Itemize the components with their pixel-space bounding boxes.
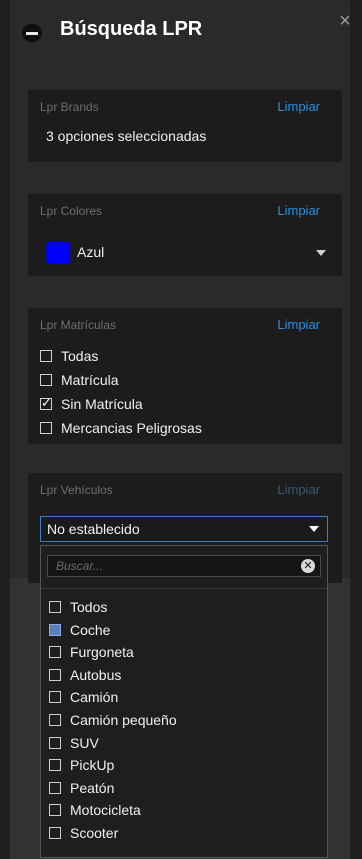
checkbox[interactable] bbox=[49, 736, 61, 749]
plates-label: Lpr Matrículas bbox=[40, 318, 117, 332]
vehicle-dropdown-list: Buscar... ✕ Todos Coche Furgoneta Autobus Ca… bbox=[40, 545, 328, 858]
vehicle-type-select[interactable]: No establecido bbox=[40, 516, 328, 542]
plate-option[interactable]: Mercancias Peligrosas bbox=[40, 418, 202, 438]
brands-card: Lpr Brands Limpiar 3 opciones selecciona… bbox=[28, 90, 342, 162]
plate-option[interactable]: Sin Matrícula bbox=[40, 394, 143, 414]
checkbox[interactable] bbox=[49, 804, 61, 817]
plate-option-label: Matrícula bbox=[61, 372, 119, 388]
plates-clear-link[interactable]: Limpiar bbox=[277, 317, 320, 332]
vehicle-option[interactable]: Coche bbox=[49, 620, 110, 640]
search-placeholder: Buscar... bbox=[56, 559, 103, 573]
color-value[interactable]: Azul bbox=[77, 244, 104, 260]
checkbox[interactable] bbox=[49, 759, 61, 772]
colors-card: Lpr Colores Limpiar Azul bbox=[28, 194, 342, 276]
vehicles-label: Lpr Vehículos bbox=[40, 483, 113, 497]
vehicle-option-label: SUV bbox=[70, 734, 99, 751]
vehicle-option[interactable]: Scooter bbox=[49, 823, 118, 843]
vehicle-option[interactable]: Todos bbox=[49, 597, 107, 617]
color-dropdown-chevron-icon[interactable] bbox=[316, 250, 326, 256]
vehicle-option[interactable]: SUV bbox=[49, 733, 99, 753]
checkbox[interactable] bbox=[40, 395, 52, 411]
checkbox[interactable] bbox=[49, 781, 61, 794]
vehicle-select-value: No establecido bbox=[47, 521, 140, 537]
vehicle-option[interactable]: Camión pequeño bbox=[49, 710, 177, 730]
vehicle-option-label: Camión bbox=[70, 689, 119, 706]
panel-title: Búsqueda LPR bbox=[60, 18, 203, 40]
chevron-down-icon bbox=[309, 526, 319, 532]
checkbox[interactable] bbox=[49, 691, 61, 704]
vehicle-option-label: Autobus bbox=[70, 666, 122, 683]
dropdown-divider bbox=[41, 588, 327, 589]
clear-search-icon[interactable]: ✕ bbox=[301, 559, 315, 573]
color-swatch bbox=[46, 242, 70, 264]
checkbox[interactable] bbox=[40, 350, 52, 362]
vehicle-option-label: PickUp bbox=[70, 757, 115, 774]
plate-option[interactable]: Todas bbox=[40, 346, 98, 366]
vehicle-option[interactable]: Motocicleta bbox=[49, 800, 141, 820]
checkbox[interactable] bbox=[49, 646, 61, 659]
vehicle-option-label: Camión pequeño bbox=[70, 712, 177, 728]
vehicle-option-label: Peatón bbox=[70, 779, 115, 796]
app-logo-icon bbox=[22, 24, 42, 42]
vehicle-option-label: Coche bbox=[70, 621, 111, 638]
vehicle-option[interactable]: Peatón bbox=[49, 778, 114, 798]
checkbox[interactable] bbox=[49, 601, 61, 613]
vehicle-option[interactable]: PickUp bbox=[49, 755, 114, 775]
colors-clear-link[interactable]: Limpiar bbox=[277, 203, 320, 218]
brands-selection-text[interactable]: 3 opciones seleccionadas bbox=[46, 128, 206, 144]
brands-label: Lpr Brands bbox=[40, 100, 99, 114]
vehicle-option[interactable]: Autobus bbox=[49, 665, 121, 685]
vehicles-clear-link[interactable]: Limpiar bbox=[277, 482, 320, 497]
plate-option-label: Todas bbox=[61, 348, 99, 364]
vehicle-option-label: Motocicleta bbox=[70, 802, 141, 819]
checkbox[interactable] bbox=[49, 714, 61, 726]
plate-option-label: Sin Matrícula bbox=[61, 396, 143, 412]
vehicle-option[interactable]: Furgoneta bbox=[49, 642, 134, 662]
close-icon[interactable]: × bbox=[334, 10, 356, 32]
vehicle-option-label: Scooter bbox=[70, 825, 119, 841]
checkbox[interactable] bbox=[40, 374, 52, 386]
vehicle-option-label: Todos bbox=[70, 599, 108, 615]
plate-option[interactable]: Matrícula bbox=[40, 370, 119, 390]
plate-option-label: Mercancias Peligrosas bbox=[61, 420, 202, 436]
vehicle-option-label: Furgoneta bbox=[70, 644, 134, 661]
brands-clear-link[interactable]: Limpiar bbox=[277, 99, 320, 114]
checkbox[interactable] bbox=[49, 623, 61, 636]
colors-label: Lpr Colores bbox=[40, 204, 103, 218]
vehicle-search-input[interactable]: Buscar... ✕ bbox=[47, 555, 321, 577]
checkbox[interactable] bbox=[49, 827, 61, 839]
checkbox[interactable] bbox=[40, 422, 52, 434]
vehicle-option[interactable]: Camión bbox=[49, 687, 118, 707]
plates-card: Lpr Matrículas Limpiar Todas Matrícula Sin… bbox=[28, 308, 342, 444]
checkbox[interactable] bbox=[49, 668, 61, 681]
